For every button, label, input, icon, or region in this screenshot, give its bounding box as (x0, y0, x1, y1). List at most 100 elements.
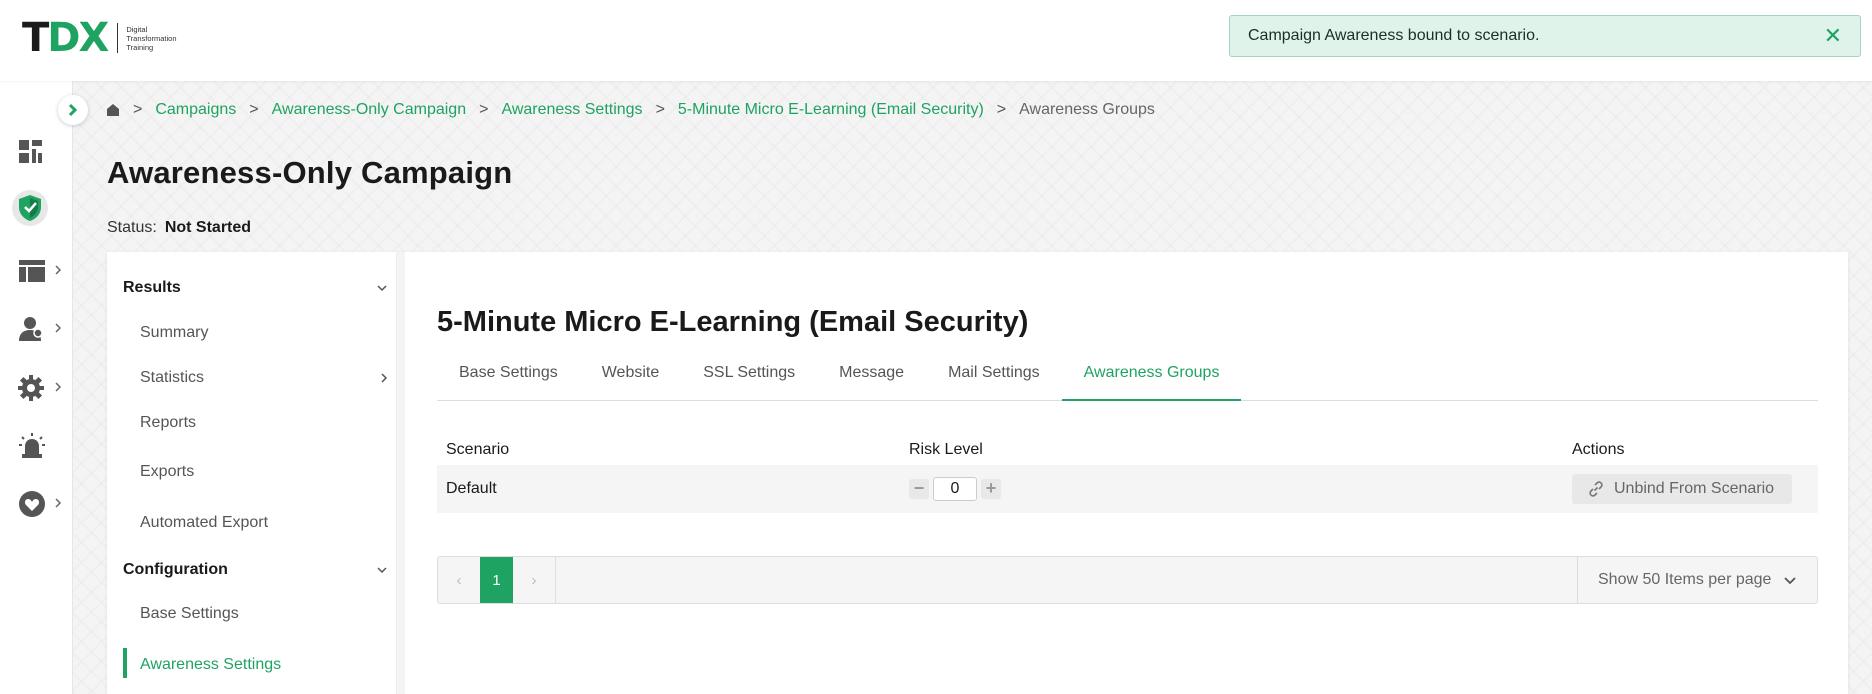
tab-base-settings[interactable]: Base Settings (437, 359, 580, 401)
page-1-button[interactable]: 1 (480, 557, 513, 603)
subnav-item-statistics[interactable]: Statistics (140, 369, 388, 387)
logo-mark: TDX (22, 15, 109, 61)
home-icon[interactable] (106, 103, 120, 117)
subnav-item-label: Base Settings (140, 605, 239, 622)
toast-message: Campaign Awareness bound to scenario. (1248, 27, 1540, 44)
success-toast: Campaign Awareness bound to scenario. ✕ (1229, 15, 1861, 57)
rail-users[interactable] (18, 314, 62, 344)
rail-layout[interactable] (18, 256, 62, 286)
subnav-item-label: Reports (140, 414, 197, 431)
subnav-item-label: Statistics (140, 369, 205, 386)
items-per-page-label: Show 50 Items per page (1598, 571, 1772, 588)
breadcrumb-elearning[interactable]: 5-Minute Micro E-Learning (Email Securit… (678, 101, 984, 119)
content-card: Results Summary Statistics Reports Expor… (107, 252, 1848, 694)
breadcrumb-separator: > (996, 101, 1007, 118)
subnav-item-reports[interactable]: Reports (140, 414, 388, 432)
chevron-down-icon (377, 285, 387, 292)
subnav-item-summary[interactable]: Summary (140, 324, 388, 342)
breadcrumb-separator: > (655, 101, 665, 118)
rail-active-bg (12, 190, 48, 226)
subnav-item-label: Automated Export (140, 514, 269, 531)
breadcrumb: > Campaigns > Awareness-Only Campaign > … (106, 101, 1155, 119)
tdx-logo[interactable]: TDX Digital Transformation Training (22, 18, 196, 58)
items-per-page-select[interactable]: Show 50 Items per page (1577, 557, 1817, 603)
logo-divider (117, 23, 119, 53)
top-header: TDX Digital Transformation Training Camp… (0, 0, 1872, 81)
link-icon (1589, 481, 1603, 497)
subnav-item-exports[interactable]: Exports (140, 463, 388, 481)
section-title: 5-Minute Micro E-Learning (Email Securit… (437, 306, 1029, 338)
subnav-item-base-settings[interactable]: Base Settings (140, 605, 388, 623)
rail-campaigns[interactable] (12, 190, 56, 226)
subnav-item-automated-export[interactable]: Automated Export (140, 514, 388, 532)
chevron-right-icon (381, 373, 388, 383)
logo-subtitle: Digital Transformation Training (126, 24, 177, 52)
rail-settings[interactable] (18, 373, 62, 403)
settings-tabs: Base Settings Website SSL Settings Messa… (437, 359, 1818, 401)
breadcrumb-current: Awareness Groups (1019, 101, 1155, 118)
breadcrumb-campaign[interactable]: Awareness-Only Campaign (272, 101, 466, 119)
actions-cell: Unbind From Scenario (1565, 474, 1818, 504)
status-label: Status: (107, 219, 157, 236)
campaign-status: Status: Not Started (107, 219, 251, 237)
table-row: Default − 0 + Unbind From Scenario (437, 465, 1818, 513)
subnav-item-label: Awareness Settings (140, 656, 282, 673)
subnav-group-label: Results (123, 279, 181, 296)
breadcrumb-separator: > (133, 101, 143, 118)
tab-mail-settings[interactable]: Mail Settings (926, 359, 1062, 401)
heart-icon (19, 491, 45, 517)
rail-alerts[interactable] (18, 431, 62, 461)
table-header: Scenario Risk Level Actions (437, 435, 1818, 465)
gear-icon (18, 375, 44, 401)
risk-level-stepper: − 0 + (901, 477, 1565, 501)
subnav-group-label: Configuration (123, 561, 228, 578)
chevron-right-icon (55, 382, 62, 392)
page-title: Awareness-Only Campaign (107, 155, 513, 190)
chevron-right-icon (55, 323, 62, 333)
active-indicator (123, 648, 127, 678)
scenario-cell: Default (446, 480, 497, 497)
left-rail (0, 81, 73, 694)
card-divider (397, 252, 405, 694)
next-page-button[interactable]: › (513, 557, 555, 603)
alarm-icon (19, 433, 45, 458)
chevron-right-icon (68, 103, 78, 117)
pager-divider (555, 557, 556, 603)
layout-icon (19, 260, 45, 282)
dashboard-icon (19, 140, 42, 163)
prev-page-button[interactable]: ‹ (438, 557, 480, 603)
chevron-down-icon (377, 567, 387, 574)
close-icon[interactable]: ✕ (1824, 25, 1842, 47)
decrement-button[interactable]: − (909, 479, 929, 499)
rail-dashboard[interactable] (18, 137, 62, 167)
unbind-button-label: Unbind From Scenario (1614, 480, 1775, 497)
subnav-item-awareness-settings[interactable]: Awareness Settings (140, 656, 388, 674)
users-icon (19, 317, 43, 341)
breadcrumb-campaigns[interactable]: Campaigns (155, 101, 236, 119)
unbind-from-scenario-button[interactable]: Unbind From Scenario (1572, 474, 1793, 504)
chevron-down-icon (1784, 576, 1796, 584)
risk-level-input[interactable]: 0 (933, 477, 977, 501)
pagination: ‹ 1 › Show 50 Items per page (437, 556, 1818, 604)
tab-website[interactable]: Website (580, 359, 682, 401)
column-header-scenario[interactable]: Scenario (437, 441, 901, 459)
column-header-risk-level[interactable]: Risk Level (901, 441, 1565, 459)
breadcrumb-awareness-settings[interactable]: Awareness Settings (501, 101, 642, 119)
breadcrumb-separator: > (479, 101, 489, 118)
awareness-groups-table: Scenario Risk Level Actions Default − 0 … (437, 435, 1818, 513)
subnav-group-configuration[interactable]: Configuration (123, 561, 388, 579)
tab-awareness-groups[interactable]: Awareness Groups (1061, 359, 1242, 401)
sidebar-toggle-button[interactable] (58, 95, 88, 125)
subnav-group-results[interactable]: Results (123, 279, 388, 297)
campaign-subnav: Results Summary Statistics Reports Expor… (107, 252, 397, 694)
rail-favorites[interactable] (18, 489, 62, 519)
chevron-right-icon (55, 498, 62, 508)
column-header-actions: Actions (1572, 441, 1625, 458)
subnav-item-label: Exports (140, 463, 195, 480)
main-panel: 5-Minute Micro E-Learning (Email Securit… (437, 252, 1818, 694)
tab-ssl-settings[interactable]: SSL Settings (681, 359, 817, 401)
breadcrumb-separator: > (249, 101, 259, 118)
increment-button[interactable]: + (981, 479, 1001, 499)
shield-icon (19, 195, 41, 221)
tab-message[interactable]: Message (817, 359, 926, 401)
